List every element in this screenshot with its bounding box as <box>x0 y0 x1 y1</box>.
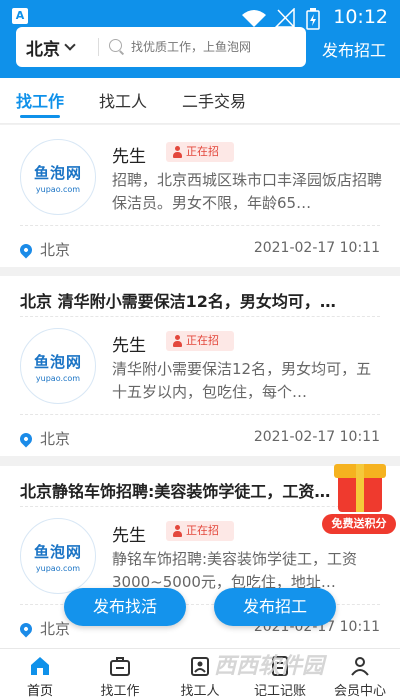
worker-icon <box>191 657 209 676</box>
clock: 10:12 <box>333 6 388 28</box>
job-location: 北京 <box>17 618 70 639</box>
app-header: A 10:12 北京 发布招工 <box>0 0 400 78</box>
home-icon <box>31 657 49 675</box>
job-location: 北京 <box>17 239 70 260</box>
job-card[interactable]: 鱼泡网 yupao.com 先生 正在招 招聘，北京西城区珠市口丰泽园饭店招聘保… <box>0 125 400 267</box>
poster-name: 先生 <box>112 526 146 546</box>
tab-second-hand[interactable]: 二手交易 <box>182 88 246 112</box>
company-logo: 鱼泡网 yupao.com <box>20 328 96 404</box>
watermark: 西西软件园 <box>214 654 325 679</box>
search-divider <box>98 38 99 56</box>
location-pin-icon <box>17 620 35 637</box>
search-icon <box>109 39 125 55</box>
search-input[interactable] <box>131 40 301 54</box>
card-divider <box>20 316 380 317</box>
gift-label: 免费送积分 <box>322 514 396 534</box>
nav-home[interactable]: 首页 <box>0 649 80 700</box>
person-icon <box>173 146 182 158</box>
location-pin-icon <box>17 241 35 258</box>
briefcase-icon <box>110 657 130 676</box>
nav-find-job[interactable]: 找工作 <box>80 649 160 700</box>
job-description: 清华附小需要保洁12名，男女均可，五十五岁以内，包吃住，每个… <box>112 360 372 401</box>
post-date: 2021-02-17 10:11 <box>253 429 380 445</box>
status-badge: 正在招 <box>166 142 234 162</box>
category-tabs: 找工作 找工人 二手交易 <box>0 78 400 124</box>
wifi-icon <box>242 10 266 27</box>
location-pin-icon <box>17 430 35 447</box>
post-job-header-button[interactable]: 发布招工 <box>322 37 386 61</box>
active-tab-indicator <box>20 115 60 118</box>
company-logo: 鱼泡网 yupao.com <box>20 139 96 215</box>
job-title: 北京 清华附小需要保洁12名，男女均可，… <box>20 292 336 311</box>
post-date: 2021-02-17 10:11 <box>253 240 380 256</box>
poster-name: 先生 <box>112 147 146 167</box>
tab-find-worker[interactable]: 找工人 <box>99 88 147 112</box>
card-divider <box>20 414 380 415</box>
status-badge: 正在招 <box>166 331 234 351</box>
city-selector[interactable]: 北京 <box>16 35 98 60</box>
job-title: 北京静铭车饰招聘:美容装饰学徒工，工资… <box>20 482 331 501</box>
poster-name: 先生 <box>112 336 146 356</box>
person-icon <box>173 525 182 537</box>
job-card[interactable]: 北京 清华附小需要保洁12名，男女均可，… 鱼泡网 yupao.com 先生 正… <box>0 276 400 456</box>
free-points-gift[interactable]: 免费送积分 <box>322 458 396 542</box>
person-icon <box>173 335 182 347</box>
app-notification-icon: A <box>12 8 28 24</box>
post-find-work-button[interactable]: 发布找活 <box>64 588 186 626</box>
battery-charging-icon <box>306 8 320 30</box>
post-hire-button[interactable]: 发布招工 <box>214 588 336 626</box>
company-logo: 鱼泡网 yupao.com <box>20 518 96 594</box>
status-badge: 正在招 <box>166 521 234 541</box>
job-description: 招聘，北京西城区珠市口丰泽园饭店招聘保洁员。男女不限，年龄65… <box>112 171 382 212</box>
search-bar: 北京 <box>16 27 306 67</box>
no-signal-icon <box>274 8 295 28</box>
city-label: 北京 <box>26 39 60 60</box>
card-divider <box>20 225 380 226</box>
job-location: 北京 <box>17 428 70 449</box>
chevron-down-icon <box>64 39 76 51</box>
tab-find-job[interactable]: 找工作 <box>16 88 64 112</box>
